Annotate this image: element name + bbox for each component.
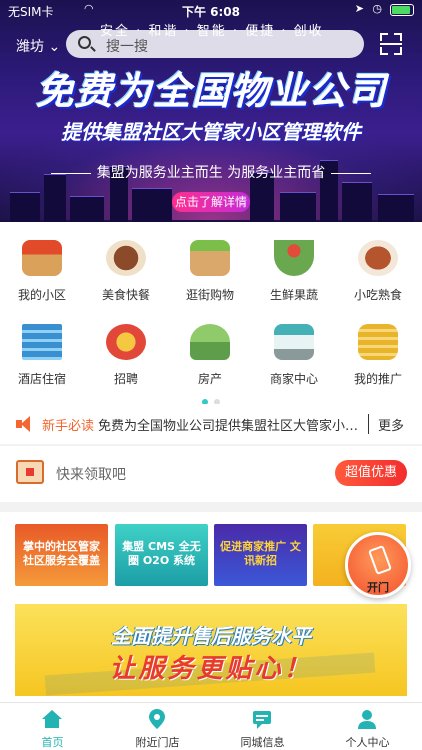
coupon-button[interactable]: 超值优惠 [335, 460, 407, 486]
category-shopping[interactable]: 逛街购物 [168, 222, 252, 302]
tab-label: 首页 [41, 736, 64, 749]
category-label: 我的小区 [17, 288, 66, 302]
snack-plate-icon [358, 240, 398, 276]
category-hotel[interactable]: 酒店住宿 [0, 306, 84, 386]
category-label: 房产 [197, 372, 222, 386]
category-label: 生鲜果蔬 [269, 288, 318, 302]
category-label: 酒店住宿 [17, 372, 66, 386]
search-placeholder: 搜一搜 [106, 39, 148, 55]
category-snacks[interactable]: 小吃熟食 [336, 222, 420, 302]
tab-label: 附近门店 [135, 736, 180, 749]
recruit-icon [106, 324, 146, 360]
chevron-down-icon: ⌄ [48, 39, 61, 55]
search-input[interactable]: 搜一搜 [66, 30, 364, 58]
tab-bar: 首页 附近门店 同城信息 个人中心 [0, 702, 422, 750]
hero-tagline: 集盟为服务业主而生 为服务业主而省 [0, 162, 422, 182]
scan-icon[interactable] [380, 33, 402, 55]
promo-text: 促进商家推广 文讯新招 [220, 540, 301, 567]
coupon-row: 快来领取吧 超值优惠 [0, 446, 422, 502]
banner-line1: 全面提升售后服务水平 [111, 624, 311, 648]
category-food[interactable]: 美食快餐 [84, 222, 168, 302]
real-estate-icon [190, 324, 230, 360]
tab-local-info[interactable]: 同城信息 [210, 703, 315, 750]
category-label: 商家中心 [269, 372, 318, 386]
category-label: 我的推广 [353, 372, 402, 386]
tab-label: 个人中心 [345, 736, 390, 749]
city-selector[interactable]: 潍坊 ⌄ [16, 36, 60, 56]
hotel-icon [22, 324, 62, 360]
speaker-icon [16, 416, 34, 432]
promo-text: 掌中的社区管家 社区服务全覆盖 [23, 540, 100, 567]
user-icon [358, 710, 376, 729]
category-my-promotion[interactable]: 我的推广 [336, 306, 420, 386]
notice-bar[interactable]: 新手必读 免费为全国物业公司提供集盟社区大管家小区管理软件 更多 [0, 404, 422, 444]
location-arrow-icon: ➤ [354, 2, 364, 15]
hero-cta-button[interactable]: 点击了解详情 [172, 192, 250, 212]
notice-text[interactable]: 免费为全国物业公司提供集盟社区大管家小区管理软件 [98, 415, 360, 434]
category-label: 逛街购物 [185, 288, 234, 302]
store-icon [274, 324, 314, 360]
city-label: 潍坊 [16, 39, 44, 55]
promo-card-o2o[interactable]: 集盟 CMS 全无圈 O2O 系统 [115, 524, 208, 586]
tab-home[interactable]: 首页 [0, 703, 105, 750]
food-bowl-icon [106, 240, 146, 276]
coupon-icon [16, 460, 44, 484]
promo-card-community[interactable]: 掌中的社区管家 社区服务全覆盖 [15, 524, 108, 586]
search-icon [78, 36, 91, 49]
category-my-community[interactable]: 我的小区 [0, 222, 84, 302]
hero-banner[interactable]: 无SIM卡 ◠ 下午 6:08 ➤ ◷ 安全 · 和谐 · 智能 · 便捷 · … [0, 0, 422, 222]
phone-icon [368, 545, 392, 575]
shopping-bag-icon [190, 240, 230, 276]
promo-card-merchant[interactable]: 促进商家推广 文讯新招 [214, 524, 307, 586]
divider [368, 414, 369, 434]
vegetable-basket-icon [274, 240, 314, 276]
category-recruit[interactable]: 招聘 [84, 306, 168, 386]
status-bar: 无SIM卡 ◠ 下午 6:08 ➤ ◷ [0, 0, 422, 20]
notice-more-link[interactable]: 更多 [378, 415, 404, 434]
battery-icon [390, 4, 414, 16]
promo-section: 掌中的社区管家 社区服务全覆盖 集盟 CMS 全无圈 O2O 系统 促进商家推广… [0, 512, 422, 702]
home-icon [42, 710, 62, 728]
house-icon [22, 240, 62, 276]
category-merchant-center[interactable]: 商家中心 [252, 306, 336, 386]
tab-nearby-stores[interactable]: 附近门店 [105, 703, 210, 750]
hero-subheadline: 提供集盟社区大管家小区管理软件 [61, 120, 361, 144]
location-pin-icon [149, 709, 165, 729]
coins-icon [358, 324, 398, 360]
category-label: 小吃熟食 [353, 288, 402, 302]
tab-label: 同城信息 [240, 736, 285, 749]
banner-line2: 让服务更贴心！ [109, 654, 313, 684]
tab-profile[interactable]: 个人中心 [315, 703, 420, 750]
alarm-icon: ◷ [372, 2, 382, 15]
hero-headline: 免费为全国物业公司 [35, 69, 387, 113]
category-real-estate[interactable]: 房产 [168, 306, 252, 386]
coupon-text: 快来领取吧 [56, 467, 126, 483]
category-label: 美食快餐 [101, 288, 150, 302]
message-board-icon [253, 711, 271, 729]
category-grid: 我的小区 美食快餐 逛街购物 生鲜果蔬 小吃熟食 酒店住宿 招聘 房产 商家中心… [0, 222, 422, 405]
open-door-label: 开门 [367, 581, 389, 594]
category-fresh-produce[interactable]: 生鲜果蔬 [252, 222, 336, 302]
notice-tag: 新手必读 [42, 419, 95, 434]
category-label: 招聘 [113, 372, 138, 386]
open-door-button[interactable]: 开门 [345, 532, 411, 598]
promo-text: 集盟 CMS 全无圈 O2O 系统 [122, 540, 201, 567]
service-banner[interactable]: 全面提升售后服务水平 让服务更贴心！ [15, 604, 407, 696]
